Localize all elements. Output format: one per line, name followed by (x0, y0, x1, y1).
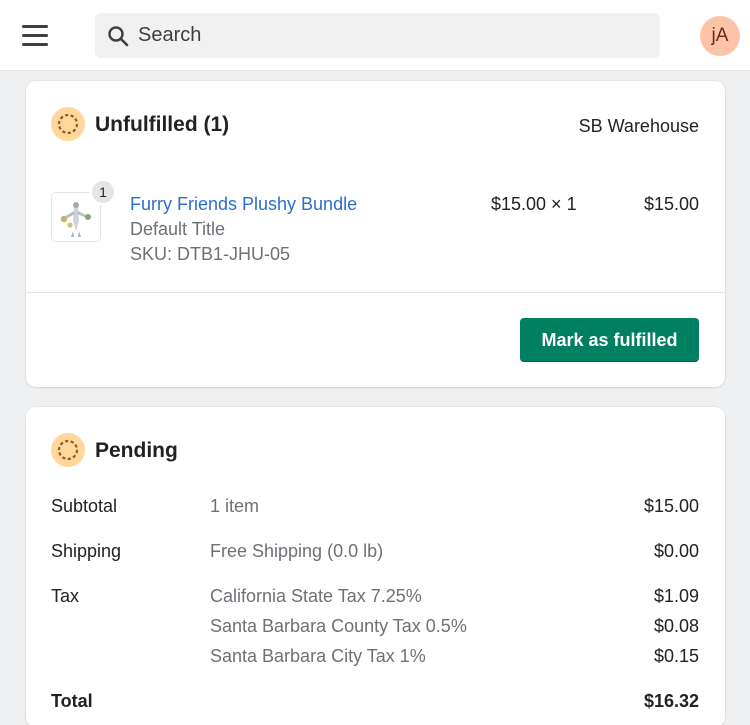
quantity-badge: 1 (90, 179, 116, 205)
unit-price: $15.00 × 1 (491, 194, 577, 214)
fulfillment-card: Unfulfilled (1) SB Warehouse 1 Furry Fri… (26, 81, 725, 387)
payment-status-title: Pending (95, 439, 178, 462)
subtotal-desc: 1 item (210, 496, 260, 516)
pending-status-icon (51, 433, 85, 467)
search-icon (108, 25, 129, 46)
search-bar[interactable] (95, 13, 660, 58)
top-bar: jA (0, 0, 750, 71)
tax-desc-state: California State Tax 7.25% (210, 586, 422, 606)
avatar[interactable]: jA (700, 16, 740, 56)
payment-card: Pending Subtotal 1 item $15.00 Shipping … (26, 407, 725, 725)
tax-desc-county: Santa Barbara County Tax 0.5% (210, 616, 467, 636)
fulfillment-status-title: Unfulfilled (1) (95, 113, 230, 136)
divider (26, 292, 725, 293)
subtotal-value: $15.00 (643, 496, 699, 516)
shipping-label: Shipping (51, 541, 122, 561)
pending-status-icon (51, 107, 85, 141)
search-input[interactable] (138, 24, 638, 47)
tax-label: Tax (51, 586, 80, 606)
shipping-value: $0.00 (653, 541, 699, 561)
product-sku: SKU: DTB1-JHU-05 (130, 244, 291, 264)
tax-desc-city: Santa Barbara City Tax 1% (210, 646, 426, 666)
product-variant: Default Title (130, 219, 226, 239)
product-name-link[interactable]: Furry Friends Plushy Bundle (130, 194, 357, 215)
menu-icon[interactable] (18, 18, 52, 52)
tax-value-county: $0.08 (653, 616, 699, 636)
mark-as-fulfilled-button[interactable]: Mark as fulfilled (520, 318, 699, 362)
subtotal-label: Subtotal (51, 496, 118, 516)
fulfillment-location: SB Warehouse (578, 116, 699, 136)
shipping-desc: Free Shipping (0.0 lb) (210, 541, 384, 561)
line-item-total: $15.00 (643, 194, 699, 214)
tax-value-state: $1.09 (653, 586, 699, 606)
total-value: $16.32 (643, 691, 699, 711)
tax-value-city: $0.15 (653, 646, 699, 666)
total-label: Total (51, 691, 93, 711)
